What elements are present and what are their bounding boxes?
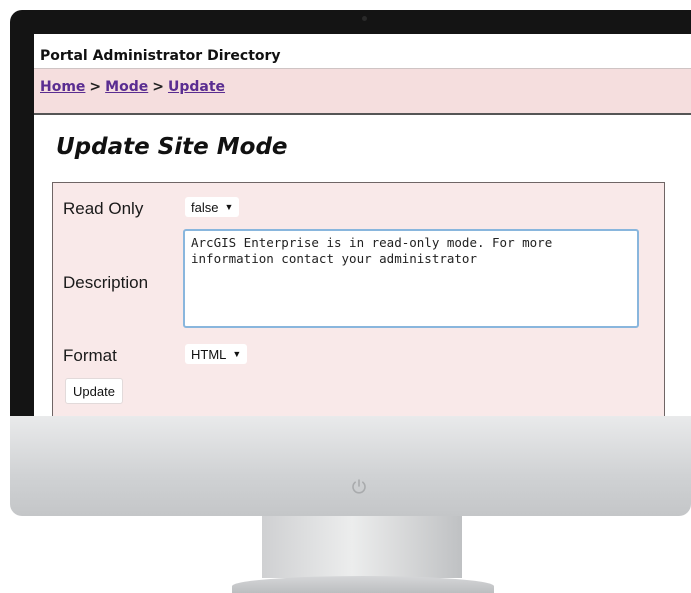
monitor-chin xyxy=(10,416,691,516)
site-mode-form: Read Only false ▼ Description ArcGIS Ent… xyxy=(52,182,665,416)
camera-icon xyxy=(362,16,367,21)
breadcrumb-mode-link[interactable]: Mode xyxy=(105,79,148,95)
read-only-select[interactable]: false ▼ xyxy=(185,197,240,217)
power-icon[interactable] xyxy=(350,478,368,496)
description-textarea[interactable]: ArcGIS Enterprise is in read-only mode. … xyxy=(183,229,639,328)
dropdown-arrow-icon: ▼ xyxy=(224,202,234,212)
read-only-value: false xyxy=(191,199,219,215)
format-label: Format xyxy=(63,346,117,365)
dropdown-arrow-icon: ▼ xyxy=(232,349,242,359)
breadcrumb-update-link[interactable]: Update xyxy=(168,79,225,95)
monitor-stand xyxy=(262,516,462,578)
directory-header: Portal Administrator Directory xyxy=(34,34,691,69)
directory-title: Portal Administrator Directory xyxy=(40,48,281,64)
format-select[interactable]: HTML ▼ xyxy=(185,344,248,364)
update-button[interactable]: Update xyxy=(65,378,123,404)
description-label: Description xyxy=(63,273,149,292)
breadcrumb-home-link[interactable]: Home xyxy=(40,79,85,95)
breadcrumb-separator: > xyxy=(89,79,102,95)
format-value: HTML xyxy=(191,346,227,362)
page-title: Update Site Mode xyxy=(56,134,288,160)
monitor-stand-base xyxy=(232,576,494,593)
breadcrumb: Home > Mode > Update xyxy=(34,69,691,115)
read-only-label: Read Only xyxy=(63,199,144,218)
browser-screen: Portal Administrator Directory Home > Mode… xyxy=(34,34,691,416)
breadcrumb-separator: > xyxy=(152,79,164,95)
